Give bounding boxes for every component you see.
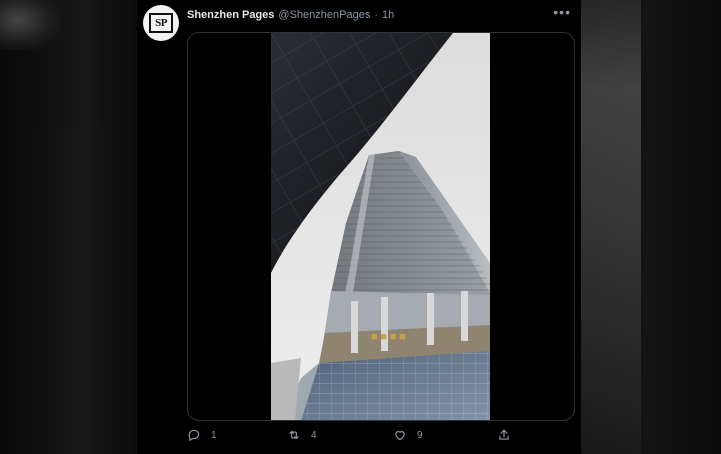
author-handle[interactable]: @ShenzhenPages — [278, 9, 370, 21]
tweet-timestamp[interactable]: 1h — [382, 9, 394, 21]
share-icon — [499, 429, 509, 440]
reply-button[interactable]: 1 — [187, 428, 217, 442]
comment-icon — [188, 429, 200, 441]
building-sign: ■ ■ ■ ■ — [371, 331, 406, 343]
retweet-button[interactable]: 4 — [287, 428, 317, 442]
tweet-card[interactable]: SP Shenzhen Pages @ShenzhenPages · 1h ••… — [137, 0, 581, 454]
retweet-count: 4 — [311, 429, 317, 441]
heart-icon — [395, 431, 405, 441]
retweet-icon — [289, 430, 299, 440]
avatar[interactable]: SP — [143, 5, 179, 41]
video-frame[interactable]: ■ ■ ■ ■ — [271, 33, 490, 420]
tweet-actions: 1 4 9 — [187, 428, 517, 444]
avatar-logo: SP — [149, 13, 173, 33]
tweet-header: Shenzhen Pages @ShenzhenPages · 1h — [187, 7, 394, 23]
reply-count: 1 — [211, 429, 217, 441]
blurred-background-right — [581, 0, 721, 454]
blurred-background-left — [0, 0, 137, 454]
more-options-icon[interactable]: ••• — [553, 5, 571, 19]
skyscraper-video-still: ■ ■ ■ ■ — [271, 33, 490, 420]
header-separator: · — [374, 9, 378, 21]
like-count: 9 — [417, 429, 423, 441]
share-button[interactable] — [497, 428, 511, 442]
video-player[interactable]: ■ ■ ■ ■ — [187, 32, 575, 421]
author-display-name[interactable]: Shenzhen Pages — [187, 9, 274, 21]
like-button[interactable]: 9 — [393, 428, 423, 442]
